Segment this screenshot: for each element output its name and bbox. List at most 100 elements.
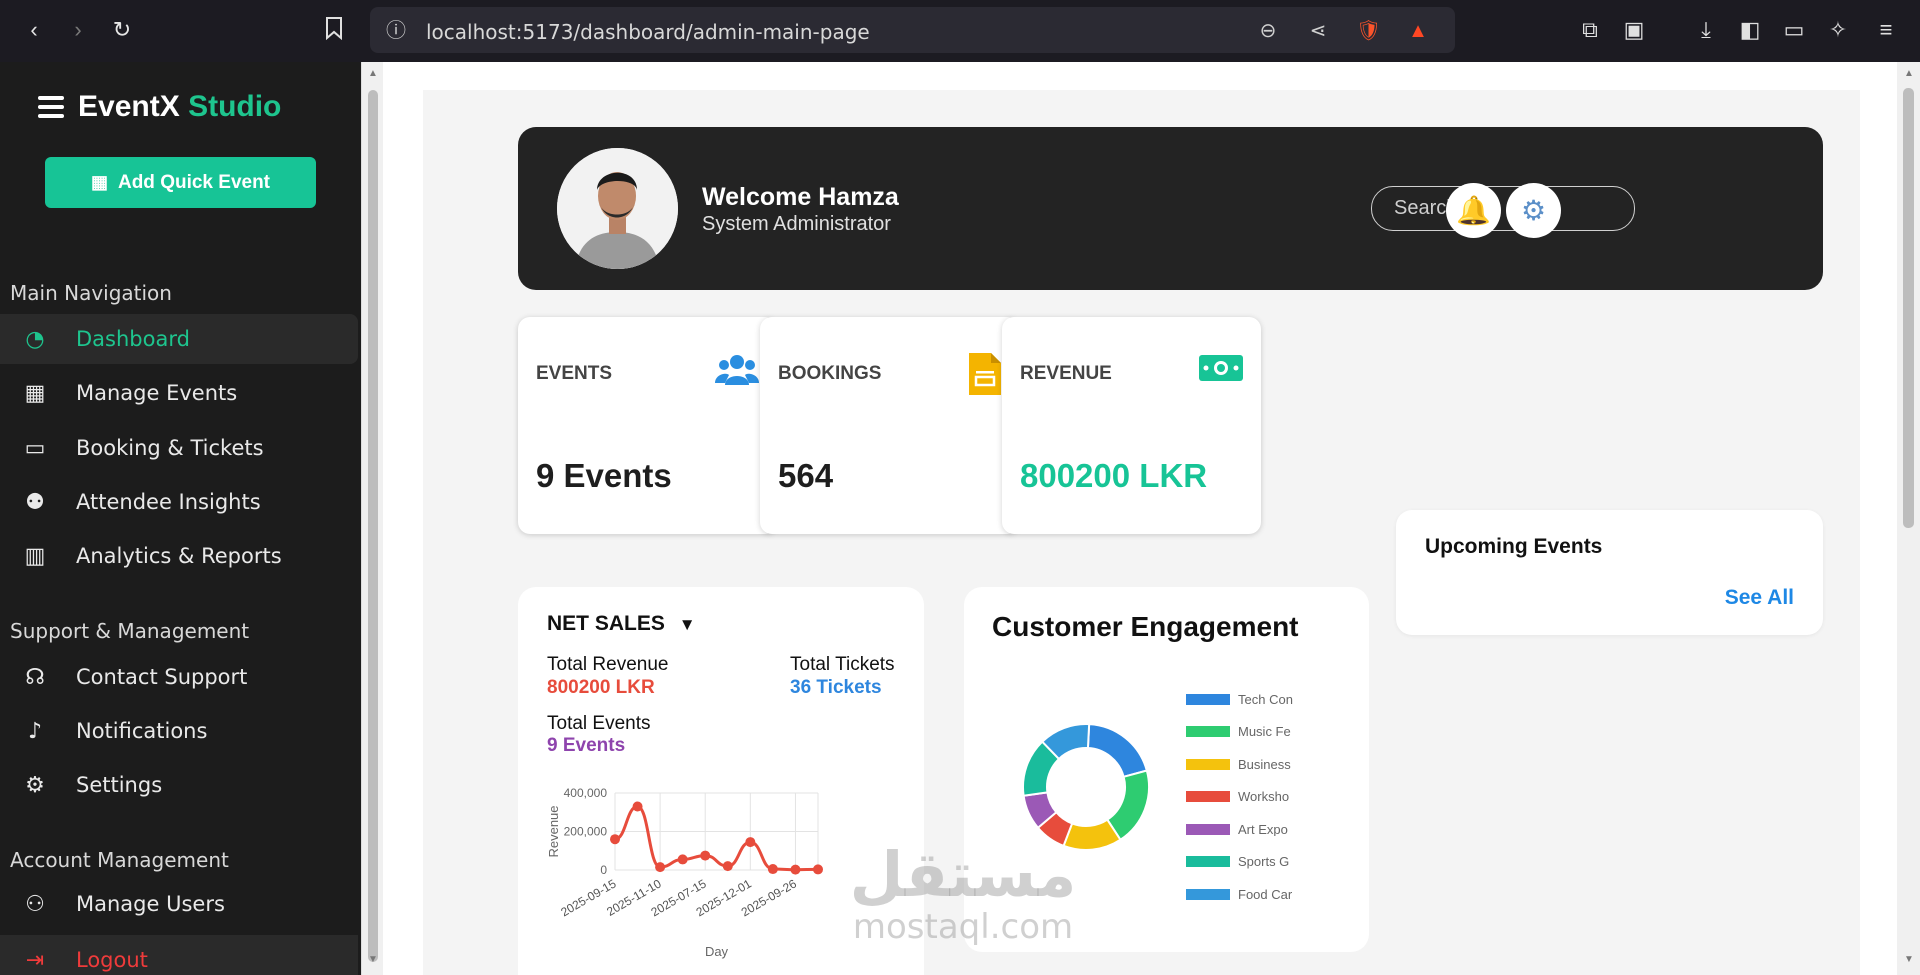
back-icon[interactable]: ‹ — [20, 16, 48, 44]
data-point[interactable] — [632, 801, 643, 812]
legend-label: Music Fe — [1238, 724, 1291, 739]
net-sales-dropdown[interactable]: NET SALES ▼ — [547, 612, 696, 636]
caret-down-icon: ▼ — [678, 615, 696, 634]
extensions-icon[interactable]: ⧉ — [1576, 16, 1604, 44]
stat-label: EVENTS — [536, 363, 613, 384]
total-events-label: Total Events — [547, 713, 651, 734]
scroll-down-icon[interactable]: ▼ — [1902, 954, 1916, 965]
legend-item[interactable]: Music Fe — [1186, 725, 1301, 739]
scrollbar-thumb[interactable] — [368, 90, 378, 962]
section-title-support: Support & Management — [10, 619, 250, 643]
legend-swatch — [1186, 758, 1230, 770]
total-tickets-value: 36 Tickets — [790, 677, 882, 698]
data-point[interactable] — [745, 837, 756, 848]
zoom-icon[interactable]: ⊖ — [1256, 19, 1280, 43]
url-text: localhost:5173/dashboard/admin-main-page — [426, 20, 870, 44]
users-icon — [715, 353, 759, 396]
data-point[interactable] — [677, 854, 688, 865]
revenue-series-line — [614, 804, 819, 872]
sidebar-item-booking-tickets[interactable]: ▭ Booking & Tickets — [0, 423, 358, 473]
welcome-banner: Welcome Hamza System Administrator 🔔 ⚙ — [518, 127, 1823, 290]
avatar[interactable] — [557, 148, 678, 269]
menu-icon[interactable]: ≡ — [1872, 16, 1900, 44]
scroll-up-icon[interactable]: ▲ — [1902, 68, 1916, 79]
section-title-main: Main Navigation — [10, 281, 172, 305]
y-axis-label: Revenue — [546, 805, 561, 857]
hamburger-icon[interactable] — [38, 96, 64, 118]
legend-item[interactable]: Worksho — [1186, 790, 1301, 804]
info-icon[interactable]: ⓘ — [384, 19, 408, 43]
legend-swatch — [1186, 856, 1230, 867]
stat-value: 564 — [778, 457, 834, 494]
legend-swatch — [1186, 726, 1230, 737]
engagement-donut-chart — [1022, 723, 1150, 851]
reload-icon[interactable]: ↻ — [108, 16, 136, 44]
sidebar-item-manage-events[interactable]: ▦ Manage Events — [0, 368, 358, 418]
page-scrollbar[interactable]: ▲ ▼ — [1897, 62, 1920, 975]
see-all-link[interactable]: See All — [1725, 586, 1794, 610]
legend-label: Business — [1238, 757, 1291, 771]
sidebar-toggle-icon[interactable]: ◧ — [1736, 16, 1764, 44]
sidebar-item-contact-support[interactable]: ☊ Contact Support — [0, 652, 358, 702]
data-point[interactable] — [655, 862, 666, 873]
leo-icon[interactable]: ✧ — [1824, 16, 1852, 44]
upcoming-title: Upcoming Events — [1425, 535, 1603, 558]
address-bar[interactable]: ⓘ localhost:5173/dashboard/admin-main-pa… — [370, 7, 1455, 53]
sidebar-item-notifications[interactable]: ♪ Notifications — [0, 706, 358, 756]
gauge-icon: ◔ — [25, 326, 45, 352]
legend-item[interactable]: Business — [1186, 757, 1301, 771]
reader-icon[interactable]: ▣ — [1620, 16, 1648, 44]
donut-slice[interactable] — [1086, 723, 1149, 779]
data-point[interactable] — [610, 834, 620, 845]
scroll-down-icon[interactable]: ▼ — [366, 954, 380, 965]
share-icon[interactable]: ⋖ — [1306, 19, 1330, 43]
legend-item[interactable]: Tech Con — [1186, 692, 1301, 706]
main-area: Welcome Hamza System Administrator 🔔 ⚙ E… — [383, 62, 1900, 975]
gear-icon: ⚙ — [1520, 195, 1547, 226]
data-point[interactable] — [790, 864, 801, 875]
y-tick-label: 400,000 — [564, 786, 608, 800]
legend-item[interactable]: Sports G — [1186, 855, 1301, 869]
document-icon — [969, 353, 1001, 404]
brave-rewards-icon[interactable]: ▲ — [1406, 19, 1430, 43]
forward-icon[interactable]: › — [64, 16, 92, 44]
ticket-icon: ▭ — [24, 435, 46, 461]
bookmark-icon[interactable] — [320, 16, 348, 44]
sidebar-item-manage-users[interactable]: ⚇ Manage Users — [0, 879, 358, 929]
data-point[interactable] — [722, 861, 733, 872]
stat-value: 800200 LKR — [1020, 457, 1208, 494]
calendar-icon: ▦ — [90, 172, 108, 192]
scrollbar-thumb[interactable] — [1903, 88, 1914, 528]
sidebar-item-settings[interactable]: ⚙ Settings — [0, 760, 358, 810]
legend-item[interactable]: Food Car — [1186, 887, 1301, 901]
user-role: System Administrator — [702, 213, 891, 235]
sidebar-item-analytics-reports[interactable]: ▥ Analytics & Reports — [0, 531, 358, 581]
money-icon — [1199, 353, 1243, 392]
y-tick-label: 200,000 — [564, 825, 608, 839]
watermark: مستقل mostaql.com — [849, 838, 1077, 947]
browser-toolbar: ‹ › ↻ ⓘ localhost:5173/dashboard/admin-m… — [0, 0, 1920, 62]
settings-button[interactable]: ⚙ — [1506, 183, 1561, 238]
data-point[interactable] — [700, 850, 711, 861]
wallet-icon[interactable]: ▭ — [1780, 16, 1808, 44]
brave-shield-icon[interactable]: 🛡 — [1356, 19, 1381, 43]
download-icon[interactable]: ⤓ — [1692, 16, 1720, 44]
sidebar-item-dashboard[interactable]: ◔ Dashboard — [0, 314, 358, 364]
legend-swatch — [1186, 888, 1230, 900]
stat-value: 9 Events — [536, 457, 672, 494]
content-panel: Welcome Hamza System Administrator 🔔 ⚙ E… — [423, 90, 1860, 975]
notification-bell-button[interactable]: 🔔 — [1446, 183, 1501, 238]
data-point[interactable] — [767, 864, 778, 875]
bell-icon: ♪ — [27, 718, 43, 744]
sidebar-scrollbar[interactable]: ▲ ▼ — [361, 62, 383, 975]
search-input[interactable] — [1371, 186, 1635, 231]
data-point[interactable] — [813, 864, 823, 875]
legend-item[interactable]: Art Expo — [1186, 822, 1301, 836]
welcome-title: Welcome Hamza — [702, 183, 899, 211]
legend-swatch — [1186, 791, 1230, 802]
bell-icon: 🔔 — [1456, 195, 1491, 226]
add-quick-event-button[interactable]: ▦ Add Quick Event — [45, 157, 316, 208]
sidebar-item-attendee-insights[interactable]: ⚉ Attendee Insights — [0, 477, 358, 527]
scroll-up-icon[interactable]: ▲ — [366, 68, 380, 79]
sidebar-item-logout[interactable]: ⇥ Logout — [0, 935, 358, 975]
